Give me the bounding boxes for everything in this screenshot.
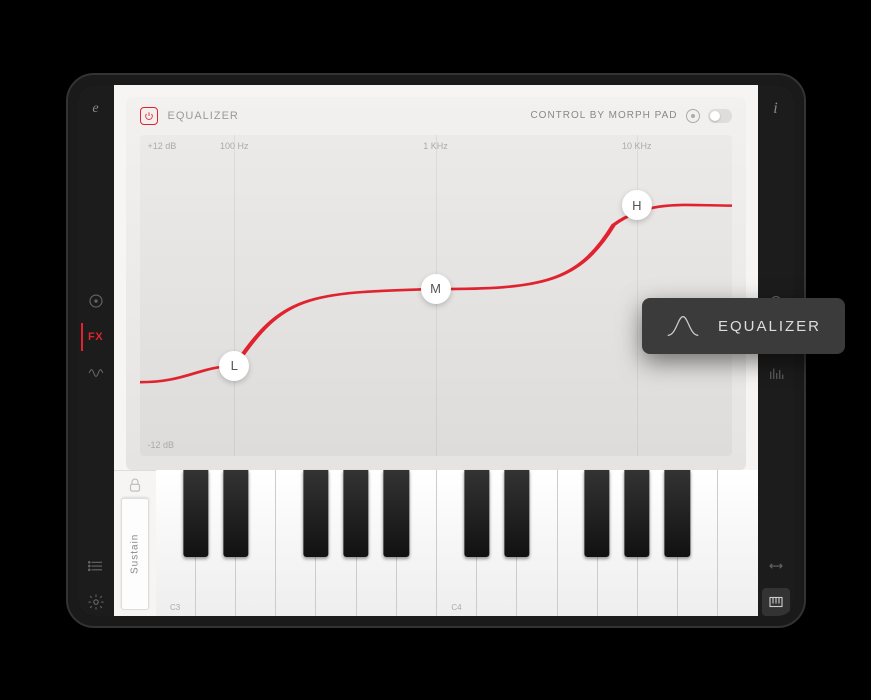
black-key[interactable] <box>504 470 529 558</box>
keyboard-section: Sustain C3 C4 <box>114 470 758 616</box>
nav-wave-icon[interactable] <box>82 359 110 387</box>
black-key[interactable] <box>223 470 248 558</box>
eq-node-low[interactable]: L <box>219 351 249 381</box>
tooltip-label: EQUALIZER <box>718 318 821 335</box>
sustain-button[interactable]: Sustain <box>121 498 149 610</box>
white-key[interactable] <box>718 470 757 616</box>
fx-bars-icon[interactable] <box>762 359 790 387</box>
equalizer-tooltip: EQUALIZER <box>642 298 845 354</box>
black-key[interactable] <box>303 470 328 558</box>
morph-target-icon[interactable] <box>686 109 700 123</box>
black-key[interactable] <box>624 470 649 558</box>
keyboard-view-icon[interactable] <box>762 588 790 616</box>
panel-title: EQUALIZER <box>168 110 239 122</box>
left-sidebar: e FX <box>78 85 114 616</box>
keyboard-range-icon[interactable] <box>762 552 790 580</box>
sustain-column: Sustain <box>114 470 156 616</box>
power-toggle-icon[interactable] <box>140 107 158 125</box>
morph-toggle[interactable] <box>708 109 732 123</box>
eq-node-mid[interactable]: M <box>421 274 451 304</box>
nav-dot-icon[interactable] <box>82 287 110 315</box>
black-key[interactable] <box>665 470 690 558</box>
black-key[interactable] <box>384 470 409 558</box>
equalizer-panel: EQUALIZER CONTROL BY MORPH PAD +12 dB -1… <box>126 97 746 470</box>
settings-gear-icon[interactable] <box>82 588 110 616</box>
morph-control: CONTROL BY MORPH PAD <box>530 109 731 123</box>
nav-list-icon[interactable] <box>82 552 110 580</box>
piano-keyboard[interactable]: C3 C4 <box>156 470 758 616</box>
panel-header: EQUALIZER CONTROL BY MORPH PAD <box>126 97 746 131</box>
black-key[interactable] <box>464 470 489 558</box>
eq-node-high[interactable]: H <box>622 190 652 220</box>
black-key[interactable] <box>344 470 369 558</box>
eq-curve-icon <box>666 312 700 340</box>
nav-fx[interactable]: FX <box>81 323 109 351</box>
black-key[interactable] <box>584 470 609 558</box>
black-key[interactable] <box>183 470 208 558</box>
app-logo: e <box>82 95 110 123</box>
info-icon[interactable]: i <box>762 95 790 123</box>
lock-icon[interactable] <box>126 476 144 494</box>
eq-graph[interactable]: +12 dB -12 dB 100 Hz 1 KHz 10 KHz L M H <box>140 135 732 456</box>
morph-label: CONTROL BY MORPH PAD <box>530 110 677 121</box>
